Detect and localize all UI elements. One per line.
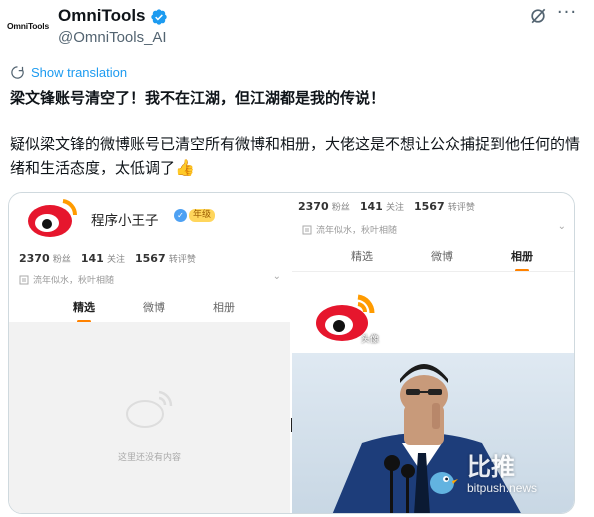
stat-following: 141 关注 bbox=[80, 252, 125, 265]
grok-icon[interactable] bbox=[528, 6, 548, 26]
show-translation-link[interactable]: Show translation bbox=[10, 62, 127, 82]
stat-followers: 2370 粉丝 bbox=[298, 200, 350, 213]
thumbs-up-emoji: 👍 bbox=[175, 158, 195, 177]
weibo-tab-posts: 微博 bbox=[431, 250, 453, 263]
weibo-username: 程序小王子 bbox=[91, 213, 159, 229]
show-translation-label: Show translation bbox=[31, 64, 128, 80]
weibo-stats-right: 2370 粉丝 141 关注 1567 转评赞 bbox=[298, 200, 475, 213]
weibo-empty-text: 这里还没有内容 bbox=[117, 453, 181, 463]
weibo-tab-album: 相册 bbox=[213, 301, 235, 314]
tweet-text-line-2: 疑似梁文锋的微博账号已清空所有微博和相册，大佬这是不想让公众捕捉到他任何的情绪和… bbox=[10, 132, 585, 180]
weibo-empty-icon bbox=[126, 390, 173, 428]
bio-doc-icon bbox=[302, 225, 312, 234]
stat-following: 141 关注 bbox=[359, 200, 404, 213]
weibo-profile-screenshot-left: 程序小王子 ✓ 年级 2370 粉丝 141 关注 1567 转评赞 流年似水，… bbox=[9, 193, 290, 513]
watermark-url: bitpush.news bbox=[467, 481, 538, 495]
watermark-chinese: 比推 bbox=[467, 453, 515, 481]
weibo-tabs: 精选 微博 相册 bbox=[49, 299, 259, 323]
bitpush-bird-icon bbox=[430, 472, 458, 494]
weibo-stats: 2370 粉丝 141 关注 1567 转评赞 bbox=[19, 252, 196, 265]
weibo-verified-icon: ✓ bbox=[174, 209, 187, 222]
weibo-profile-screenshot-right: 2370 粉丝 141 关注 1567 转评赞 流年似水，秋叶相随 ⌄ 精选 微… bbox=[292, 193, 574, 513]
weibo-badges: ✓ 年级 bbox=[174, 209, 216, 222]
weibo-tabs-right: 精选 微博 相册 bbox=[322, 248, 562, 272]
weibo-avatar bbox=[19, 195, 81, 239]
author-name[interactable]: OmniTools bbox=[58, 6, 146, 26]
weibo-tab-featured: 精选 bbox=[49, 299, 119, 323]
tweet-text-body: 疑似梁文锋的微博账号已清空所有微博和相册，大佬这是不想让公众捕捉到他任何的情绪和… bbox=[10, 135, 581, 177]
tweet-media[interactable]: 程序小王子 ✓ 年级 2370 粉丝 141 关注 1567 转评赞 流年似水，… bbox=[8, 192, 575, 514]
weibo-empty-state: 这里还没有内容 bbox=[9, 322, 290, 513]
weibo-bio: 流年似水，秋叶相随 ⌄ bbox=[19, 271, 281, 286]
album-label: 头像 bbox=[360, 335, 379, 345]
album-avatar-thumbnail: 头像 bbox=[306, 289, 382, 347]
weibo-tab-album: 相册 bbox=[482, 248, 562, 272]
weibo-bio-right: 流年似水，秋叶相随 ⌄ bbox=[302, 221, 570, 236]
tweet-header: OmniTools OmniTools @OmniTools_AI ··· bbox=[0, 0, 594, 56]
verified-badge-icon bbox=[151, 9, 167, 25]
bio-doc-icon bbox=[19, 275, 29, 284]
stat-followers: 2370 粉丝 bbox=[19, 252, 71, 265]
avatar-logo-text: OmniTools bbox=[7, 21, 49, 31]
weibo-year-badge: 年级 bbox=[189, 209, 216, 222]
tweet-text: 梁文锋账号清空了！我不在江湖，但江湖都是我的传说！ 疑似梁文锋的微博账号已清空所… bbox=[10, 86, 585, 180]
chevron-down-icon: ⌄ bbox=[557, 221, 566, 232]
chevron-down-icon: ⌄ bbox=[272, 271, 281, 282]
author-handle[interactable]: @OmniTools_AI bbox=[58, 29, 167, 46]
stat-interactions: 1567 转评赞 bbox=[414, 200, 475, 213]
author-avatar[interactable]: OmniTools bbox=[6, 4, 50, 48]
tweet-text-line-1: 梁文锋账号清空了！我不在江湖，但江湖都是我的传说！ bbox=[10, 89, 386, 107]
translate-icon bbox=[11, 65, 24, 79]
weibo-tab-featured: 精选 bbox=[351, 250, 373, 263]
stat-interactions: 1567 转评赞 bbox=[135, 252, 196, 265]
more-options-button[interactable]: ··· bbox=[556, 4, 578, 26]
weibo-tab-posts: 微博 bbox=[143, 301, 165, 314]
